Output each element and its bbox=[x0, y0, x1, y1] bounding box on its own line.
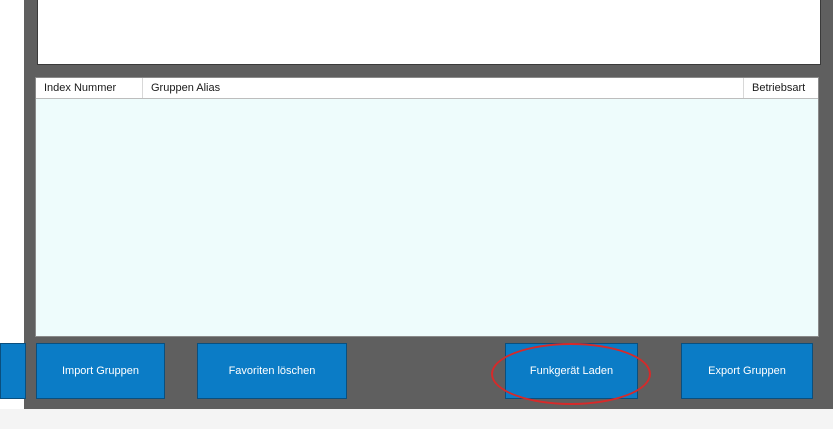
list-header: Index Nummer Gruppen Alias Betriebsart bbox=[36, 78, 818, 99]
column-header-gruppen-alias[interactable]: Gruppen Alias bbox=[143, 78, 744, 98]
group-list-view[interactable]: Index Nummer Gruppen Alias Betriebsart bbox=[35, 77, 819, 337]
list-body[interactable] bbox=[36, 99, 818, 336]
partial-left-button[interactable] bbox=[0, 343, 26, 399]
bottom-strip bbox=[0, 409, 833, 429]
funkgeraet-laden-button[interactable]: Funkgerät Laden bbox=[505, 343, 638, 399]
app-window: Index Nummer Gruppen Alias Betriebsart I… bbox=[0, 0, 833, 429]
top-panel bbox=[37, 0, 821, 65]
export-gruppen-button[interactable]: Export Gruppen bbox=[681, 343, 813, 399]
column-header-betriebsart[interactable]: Betriebsart bbox=[744, 78, 820, 98]
favoriten-loeschen-button[interactable]: Favoriten löschen bbox=[197, 343, 347, 399]
import-gruppen-button[interactable]: Import Gruppen bbox=[36, 343, 165, 399]
column-header-index-nummer[interactable]: Index Nummer bbox=[36, 78, 143, 98]
